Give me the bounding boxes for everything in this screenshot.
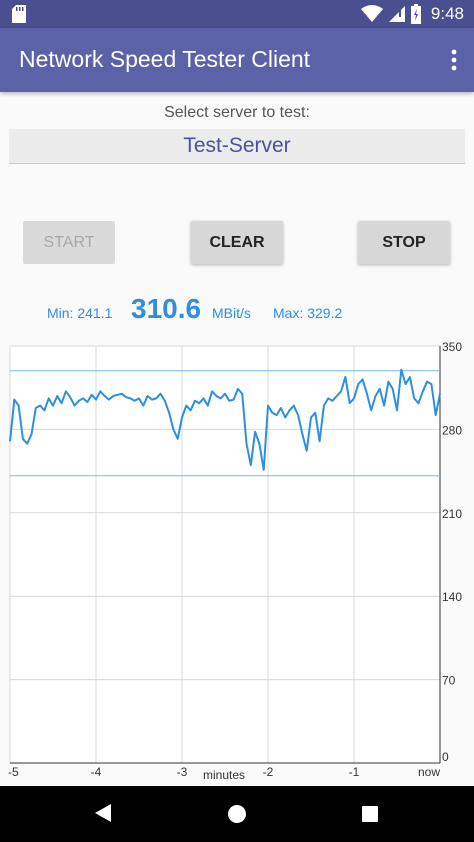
sd-card-icon <box>12 5 26 23</box>
x-tick-label: -1 <box>349 765 360 779</box>
max-speed: Max: 329.2 <box>273 305 343 321</box>
y-tick-label: 0 <box>442 750 449 764</box>
current-speed: 310.6 <box>131 293 202 324</box>
y-tick-label: 70 <box>442 674 456 688</box>
plot-area <box>9 345 441 764</box>
x-tick-label: -3 <box>177 765 188 779</box>
x-tick-label: -5 <box>8 765 19 779</box>
x-tick-label: -4 <box>91 765 102 779</box>
speed-unit: MBit/s <box>212 305 251 321</box>
app-bar: Network Speed Tester Client <box>0 28 474 92</box>
clock: 9:48 <box>430 4 464 23</box>
nav-bar <box>0 786 474 842</box>
y-tick-label: 210 <box>442 507 462 521</box>
signal-icon <box>388 6 405 22</box>
back-icon[interactable] <box>94 803 112 823</box>
speed-chart: 350 280 210 140 70 0 -5 -4 -3 -2 -1 now minutes <box>8 340 462 782</box>
app-title: Network Speed Tester Client <box>19 46 311 72</box>
recent-apps-icon[interactable] <box>361 805 379 823</box>
wifi-icon <box>360 5 383 22</box>
clear-button[interactable]: CLEAR <box>191 221 283 264</box>
more-vert-icon[interactable] <box>448 48 460 72</box>
home-icon[interactable] <box>227 804 247 824</box>
stop-button[interactable]: STOP <box>358 221 450 264</box>
y-tick-label: 350 <box>442 340 462 354</box>
speed-stats: Min: 241.1 310.6 MBit/s Max: 329.2 <box>0 292 474 328</box>
status-bar: 9:48 <box>0 0 474 28</box>
x-tick-label: now <box>418 765 440 779</box>
min-speed: Min: 241.1 <box>47 305 113 321</box>
y-tick-label: 140 <box>442 590 462 604</box>
start-button[interactable]: START <box>23 221 115 264</box>
server-select[interactable]: Test-Server <box>9 129 465 164</box>
server-prompt: Select server to test: <box>164 104 310 121</box>
battery-icon <box>410 4 421 24</box>
y-tick-label: 280 <box>442 423 462 437</box>
x-tick-label: -2 <box>263 765 274 779</box>
x-axis-label: minutes <box>203 768 245 782</box>
